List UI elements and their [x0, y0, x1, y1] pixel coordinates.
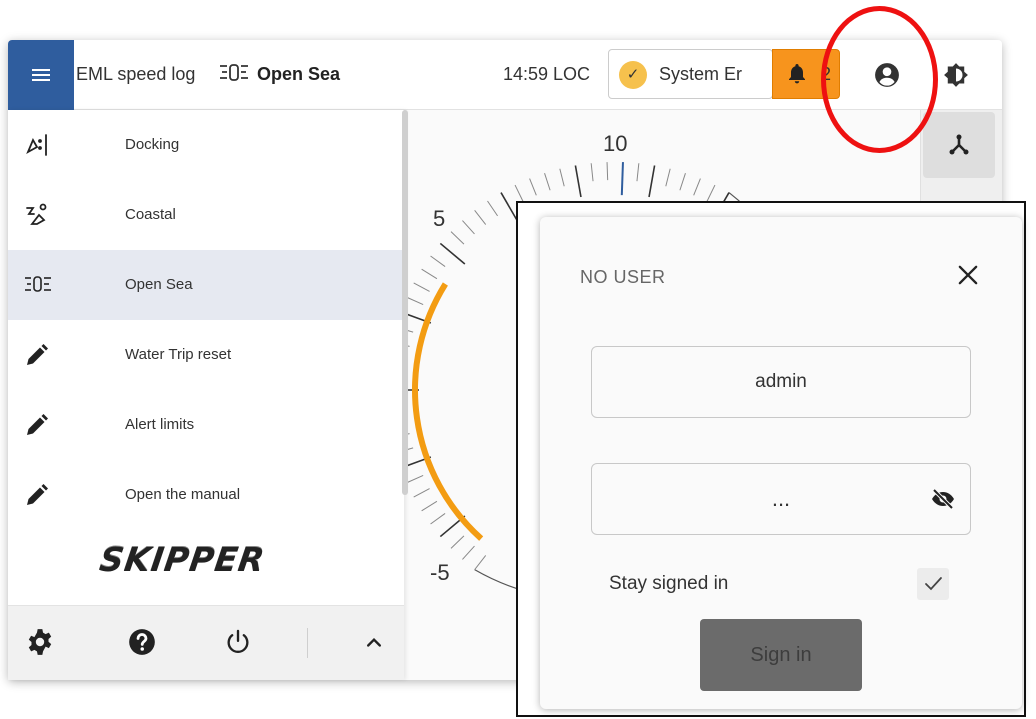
current-mode-name: Open Sea [257, 64, 341, 84]
menu-item-label: Open Sea [125, 276, 193, 293]
menu-item-water-trip-reset[interactable]: Water Trip reset [8, 320, 404, 390]
menu-item-label: Open the manual [125, 486, 241, 503]
password-field[interactable] [591, 463, 971, 535]
network-icon [949, 134, 969, 155]
dial-label-lower: -5 [430, 560, 450, 585]
dial-tick [421, 500, 438, 512]
dialog-title: NO USER [580, 267, 666, 287]
menu-item-label: Docking [125, 136, 180, 153]
dial-tick [544, 173, 551, 191]
coastal-icon [26, 203, 47, 225]
bell-icon [789, 64, 805, 84]
dial-tick [500, 192, 518, 221]
username-field[interactable] [591, 346, 971, 418]
menu-scrollbar[interactable] [402, 110, 408, 495]
pencil-icon [27, 414, 48, 435]
docking-icon [26, 134, 47, 156]
dial-tick [606, 162, 609, 181]
dial-label-upper: 5 [433, 206, 446, 231]
hamburger-icon [32, 66, 50, 84]
highlight-ring [821, 6, 938, 153]
system-status-button[interactable]: ✓ System Er [608, 49, 773, 99]
dial-tick [430, 513, 446, 525]
dial-tick [514, 184, 524, 202]
open-sea-icon [25, 276, 51, 292]
menu-item-open-sea[interactable]: Open Sea [8, 250, 404, 320]
main-menu-button[interactable] [8, 40, 74, 110]
menu-item-docking[interactable]: Docking [8, 110, 404, 180]
menu-item-label: Water Trip reset [125, 346, 232, 363]
dial-tick [665, 168, 671, 187]
login-dialog: NO USER Stay signed in Sign in [540, 217, 1022, 709]
eye-slash-icon[interactable] [930, 487, 956, 511]
dial-tick [450, 231, 465, 245]
stay-signed-in-label: Stay signed in [609, 573, 729, 594]
settings-gear-icon[interactable] [26, 628, 54, 656]
dial-tick [474, 555, 487, 570]
dial-label-top: 10 [603, 131, 628, 156]
menu-footer [8, 605, 404, 680]
checkmark-icon [925, 577, 942, 591]
menu-item-label: Coastal [125, 206, 176, 223]
close-icon[interactable] [954, 261, 982, 289]
dial-value-arc [412, 282, 484, 541]
dial-tick [636, 163, 640, 182]
dial-tick [474, 210, 487, 225]
stay-signed-in-checkbox[interactable] [917, 568, 949, 600]
network-button[interactable] [923, 112, 995, 178]
dial-tick [693, 178, 701, 196]
chevron-up-icon[interactable] [360, 628, 388, 656]
footer-divider [307, 628, 308, 658]
open-sea-mode-icon [219, 62, 249, 89]
clock: 14:59 LOC [503, 64, 591, 84]
dial-tick [648, 165, 656, 198]
dial-tick [450, 535, 465, 549]
dial-tick [413, 488, 430, 498]
menu-item-open-manual[interactable]: Open the manual [8, 460, 404, 530]
dial-tick [559, 168, 565, 187]
menu-item-alert-limits[interactable]: Alert limits [8, 390, 404, 460]
dial-needle [620, 162, 624, 196]
menu-item-label: Alert limits [125, 416, 195, 433]
app-title: EML speed log [76, 64, 196, 84]
dial-tick [413, 282, 430, 292]
power-icon[interactable] [224, 628, 252, 656]
dial-tick [706, 184, 716, 202]
dial-tick [487, 200, 498, 217]
login-popup-frame: NO USER Stay signed in Sign in [516, 201, 1026, 717]
brightness-icon[interactable] [943, 62, 969, 88]
dial-tick [679, 173, 686, 191]
dial-tick [462, 220, 475, 235]
menu-item-coastal[interactable]: Coastal [8, 180, 404, 250]
dial-tick [406, 296, 424, 306]
dial-tick [590, 163, 594, 182]
dial-tick [406, 474, 424, 484]
pencil-icon [27, 484, 48, 505]
check-icon: ✓ [619, 61, 647, 89]
dial-tick [421, 268, 438, 280]
sign-in-button[interactable]: Sign in [700, 619, 862, 691]
dial-tick [574, 165, 582, 198]
help-icon[interactable] [128, 628, 156, 656]
dial-tick [430, 255, 446, 267]
dial-tick [439, 242, 466, 265]
system-status-text: System Er [659, 64, 743, 84]
skipper-logo: SKIPPER [97, 540, 268, 579]
pencil-icon [27, 344, 48, 365]
dial-tick [462, 545, 475, 560]
dial-tick [529, 178, 537, 196]
side-menu: Docking Coastal Open Sea Water Trip rese… [8, 110, 408, 680]
